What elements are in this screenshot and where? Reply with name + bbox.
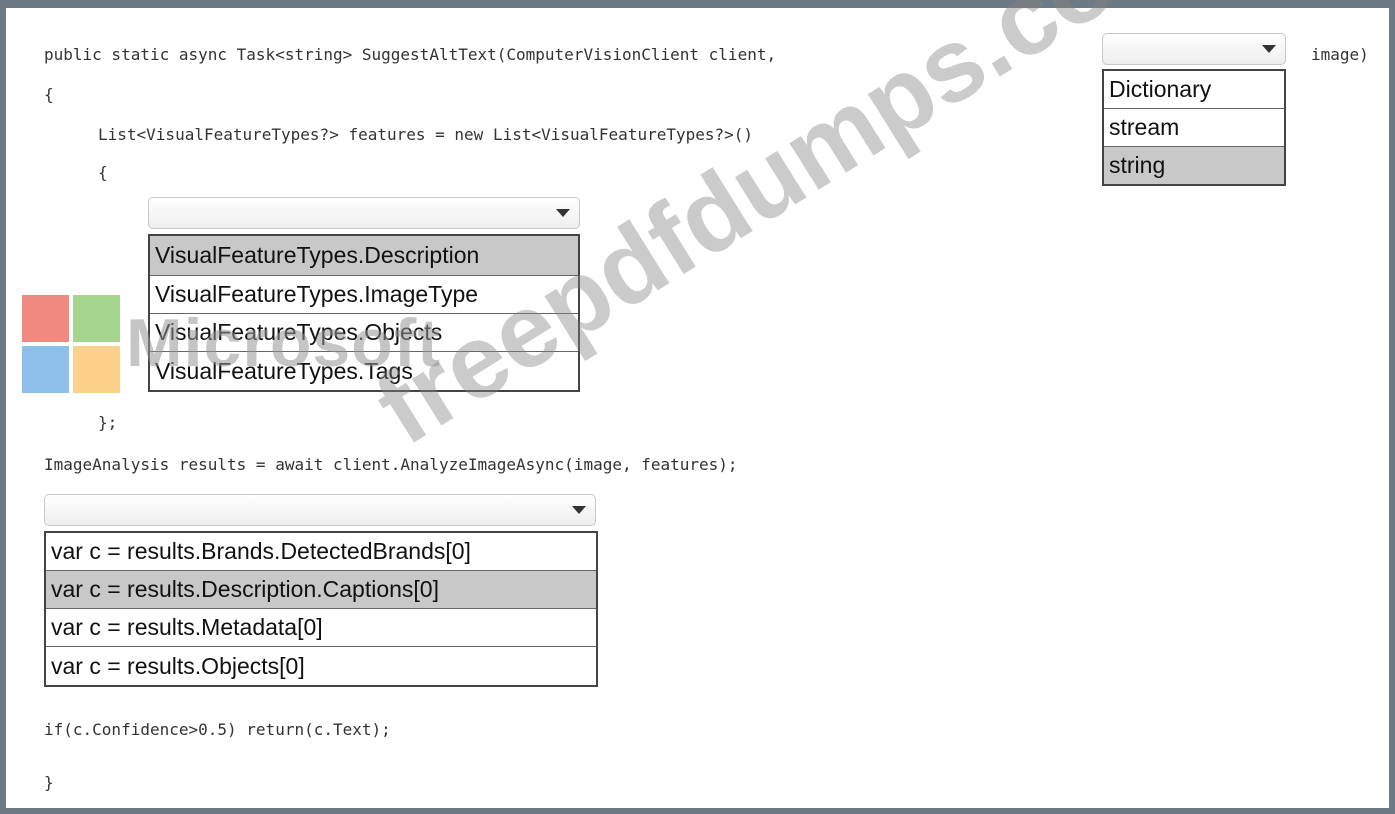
code-line-if: if(c.Confidence>0.5) return(c.Text); xyxy=(44,720,391,739)
param-type-dropdown[interactable] xyxy=(1102,33,1286,65)
code-line-init-close: }; xyxy=(98,413,118,432)
option-result-metadata[interactable]: var c = results.Metadata[0] xyxy=(46,609,596,647)
code-line-close-brace: } xyxy=(44,773,54,792)
code-line-analyze: ImageAnalysis results = await client.Ana… xyxy=(44,455,738,474)
visual-features-options: VisualFeatureTypes.Description VisualFea… xyxy=(148,234,580,392)
param-type-options: Dictionary stream string xyxy=(1102,69,1286,186)
chevron-down-icon[interactable] xyxy=(561,495,595,525)
option-dictionary[interactable]: Dictionary xyxy=(1104,71,1284,109)
microsoft-logo-icon xyxy=(22,295,120,393)
option-visual-description[interactable]: VisualFeatureTypes.Description xyxy=(150,236,578,276)
option-string[interactable]: string xyxy=(1104,147,1284,184)
option-visual-tags[interactable]: VisualFeatureTypes.Tags xyxy=(150,352,578,390)
chevron-down-icon[interactable] xyxy=(1251,34,1285,64)
option-visual-objects[interactable]: VisualFeatureTypes.Objects xyxy=(150,314,578,352)
code-panel: public static async Task<string> Suggest… xyxy=(6,0,1389,808)
visual-features-dropdown[interactable] xyxy=(148,197,580,229)
code-line-signature-end: image) xyxy=(1311,45,1369,64)
option-result-objects[interactable]: var c = results.Objects[0] xyxy=(46,647,596,685)
option-stream[interactable]: stream xyxy=(1104,109,1284,147)
code-line-features: List<VisualFeatureTypes?> features = new… xyxy=(98,125,754,144)
option-visual-imagetype[interactable]: VisualFeatureTypes.ImageType xyxy=(150,276,578,314)
chevron-down-icon[interactable] xyxy=(545,198,579,228)
option-result-brands[interactable]: var c = results.Brands.DetectedBrands[0] xyxy=(46,533,596,571)
code-line-signature: public static async Task<string> Suggest… xyxy=(44,45,777,64)
option-result-captions[interactable]: var c = results.Description.Captions[0] xyxy=(46,571,596,609)
code-line-init-open: { xyxy=(98,163,108,182)
result-var-options: var c = results.Brands.DetectedBrands[0]… xyxy=(44,531,598,687)
code-line-open-brace: { xyxy=(44,85,54,104)
result-var-dropdown[interactable] xyxy=(44,494,596,526)
